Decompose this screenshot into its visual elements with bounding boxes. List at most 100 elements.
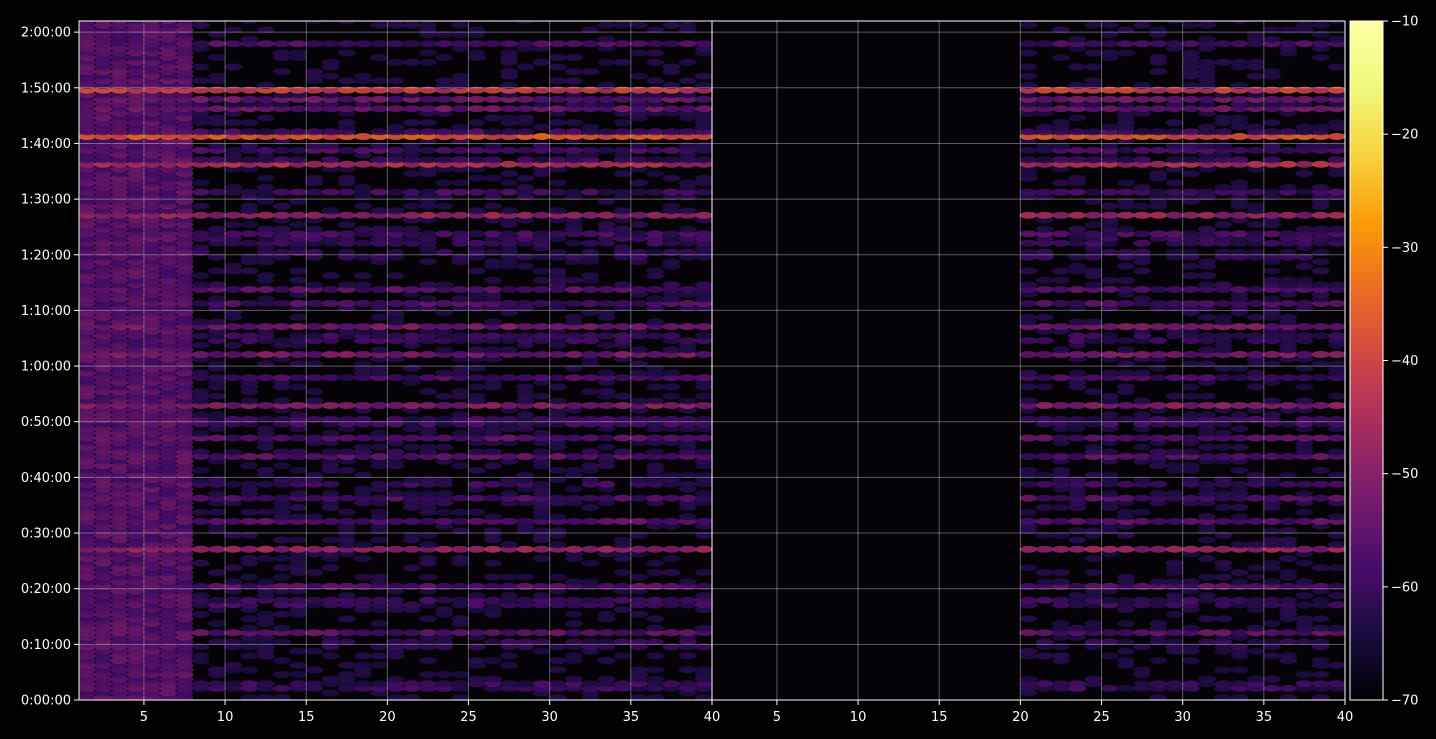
heatmap-cell [240, 119, 259, 127]
heatmap-cell [240, 128, 259, 136]
y-tick-label: 1:40:00 [21, 137, 71, 152]
heatmap-cell [386, 490, 405, 498]
heatmap-cell [1311, 54, 1330, 62]
heatmap-cell [1263, 675, 1281, 683]
heatmap-cell [1198, 346, 1216, 354]
heatmap-cell [208, 545, 226, 553]
heatmap-cell [532, 555, 551, 562]
heatmap-cell [1052, 652, 1070, 660]
heatmap-cell [191, 202, 210, 210]
heatmap-cell [1068, 536, 1087, 544]
heatmap-cell [1100, 202, 1119, 210]
heatmap-cell [191, 652, 210, 660]
heatmap-cell [419, 49, 437, 57]
heatmap-cell [516, 146, 535, 154]
heatmap-cell [321, 286, 340, 293]
heatmap-cell [613, 95, 632, 103]
heatmap-cell [1084, 40, 1103, 48]
heatmap-cell [451, 146, 470, 154]
heatmap-cell [419, 156, 437, 164]
heatmap-cell [1052, 156, 1070, 164]
heatmap-cell [565, 40, 583, 48]
heatmap-cell [467, 156, 486, 164]
heatmap-cell [662, 188, 681, 196]
heatmap-cell [402, 286, 421, 293]
heatmap-cell [256, 629, 275, 637]
heatmap-cell [1084, 211, 1103, 219]
heatmap-cell [1052, 105, 1070, 113]
heatmap-cell [613, 494, 632, 502]
heatmap-cell [1068, 174, 1087, 182]
heatmap-cell [289, 300, 307, 307]
heatmap-cell [1328, 494, 1345, 502]
heatmap-cell [208, 620, 226, 627]
heatmap-cell [1052, 119, 1070, 127]
heatmap-cell [1068, 156, 1087, 164]
heatmap-cell [208, 225, 226, 233]
heatmap-cell [370, 661, 389, 669]
heatmap-cell [337, 351, 356, 358]
heatmap-cell [1117, 402, 1135, 409]
heatmap-cell [484, 258, 502, 266]
heatmap-cell [1019, 313, 1038, 321]
heatmap-cell [532, 429, 551, 437]
heatmap-cell [1052, 680, 1070, 688]
heatmap-cell [451, 615, 470, 623]
heatmap-cell [500, 680, 518, 688]
heatmap-cell [613, 434, 632, 442]
x-tick-label: 5 [140, 710, 148, 725]
heatmap-cell [484, 105, 502, 113]
heatmap-cell [419, 629, 437, 637]
heatmap-cell [548, 494, 567, 502]
heatmap-cell [386, 207, 405, 215]
heatmap-cell [1311, 211, 1330, 219]
heatmap-cell [191, 281, 210, 289]
heatmap-cell [435, 95, 454, 103]
heatmap-cell [597, 443, 616, 451]
heatmap-cell [646, 230, 665, 238]
heatmap-cell [1084, 230, 1103, 238]
heatmap-cell [1035, 276, 1054, 284]
heatmap-cell [451, 286, 470, 293]
heatmap-cell [354, 629, 372, 637]
heatmap-cell [516, 184, 535, 191]
heatmap-cell [402, 629, 421, 637]
heatmap-cell [1246, 72, 1265, 80]
heatmap-cell [630, 286, 648, 293]
heatmap-cell [224, 95, 243, 103]
heatmap-cell [370, 207, 389, 215]
heatmap-cell [321, 374, 340, 382]
heatmap-cell [1198, 615, 1216, 623]
heatmap-cell [208, 188, 226, 196]
heatmap-cell [289, 448, 307, 456]
heatmap-cell [1068, 624, 1087, 632]
heatmap-cell [646, 545, 665, 553]
heatmap-cell [354, 225, 372, 233]
heatmap-cell [1084, 77, 1103, 85]
heatmap-cell [1246, 313, 1265, 321]
heatmap-cell [1117, 647, 1135, 655]
heatmap-cell [1117, 211, 1135, 219]
heatmap-cell [484, 657, 502, 665]
heatmap-cell [435, 40, 454, 48]
heatmap-cell [1279, 300, 1298, 307]
heatmap-cell [695, 323, 713, 331]
heatmap-cell [597, 480, 616, 488]
heatmap-cell [305, 629, 324, 637]
heatmap-cell [289, 490, 307, 498]
heatmap-cell [1230, 323, 1249, 331]
heatmap-cell [1181, 402, 1200, 409]
heatmap-cell [678, 40, 697, 48]
heatmap-cell [1214, 40, 1233, 48]
heatmap-cell [256, 466, 275, 474]
heatmap-cell [451, 671, 470, 678]
heatmap-cell [646, 675, 665, 683]
heatmap-cell [224, 146, 243, 154]
heatmap-cell [484, 128, 502, 136]
heatmap-cell [289, 146, 307, 154]
heatmap-cell [484, 545, 502, 553]
heatmap-cell [402, 119, 421, 127]
heatmap-cell [1084, 443, 1103, 451]
heatmap-cell [1246, 383, 1265, 391]
heatmap-cell [1181, 578, 1200, 586]
